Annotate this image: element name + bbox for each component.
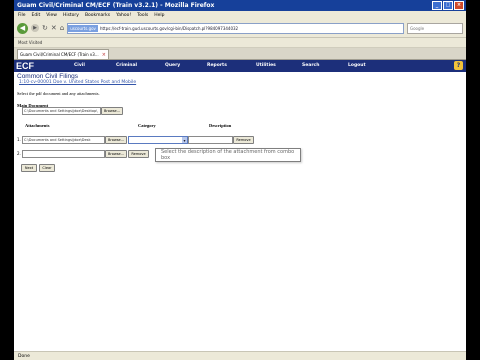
category-tooltip: Select the description of the attachment…	[155, 148, 301, 162]
chevron-down-icon[interactable]: ▾	[182, 137, 187, 143]
category-label: Category	[138, 123, 156, 128]
forward-arrow-icon[interactable]: ▶	[31, 24, 39, 32]
minimize-button[interactable]: _	[432, 1, 442, 10]
ecf-logo: ECF	[16, 61, 34, 71]
clear-button[interactable]: Clear	[39, 164, 55, 172]
menu-bookmarks[interactable]: Bookmarks	[85, 13, 110, 18]
menu-edit[interactable]: Edit	[32, 13, 41, 18]
menu-tools[interactable]: Tools	[137, 13, 148, 18]
menu-history[interactable]: History	[63, 13, 79, 18]
attachment-browse-button[interactable]: Browse...	[105, 136, 127, 144]
attachment-file-field[interactable]	[22, 150, 105, 158]
cmecf-menu-bar: ECF Civil Criminal Query Reports Utiliti…	[14, 60, 466, 72]
attachment-row-number: 2.	[17, 151, 21, 156]
nav-utilities[interactable]: Utilities	[256, 63, 276, 68]
nav-search[interactable]: Search	[302, 63, 319, 68]
navigation-toolbar: ◀ ▶ ↻ ✕ ⌂ uscourts.gov https://ecf-train…	[14, 19, 466, 38]
main-browse-button[interactable]: Browse...	[101, 107, 123, 115]
window-controls: _ □ ×	[432, 1, 464, 10]
nav-logout[interactable]: Logout	[348, 63, 366, 68]
site-identity-badge[interactable]: uscourts.gov	[68, 24, 98, 32]
menu-yahoo[interactable]: Yahoo!	[116, 13, 131, 18]
attachments-label: Attachments	[25, 123, 50, 128]
attachment-file-field[interactable]: C:\Documents and Settings\jdoe\Desk	[22, 136, 105, 144]
main-document-field[interactable]: C:\Documents and Settings\jdoe\Desktop\	[22, 107, 101, 115]
nav-civil[interactable]: Civil	[74, 63, 85, 68]
case-link[interactable]: 1:10-cv-00001 Doe v. United States Post …	[14, 80, 466, 85]
attachment-browse-button[interactable]: Browse...	[105, 150, 127, 158]
menu-bar: File Edit View History Bookmarks Yahoo! …	[14, 11, 466, 19]
tab-close-icon[interactable]: ×	[102, 52, 106, 58]
window-title: Guam Civil/Criminal CM/ECF (Train v3.2.1…	[17, 2, 215, 9]
search-placeholder: Google	[410, 25, 425, 31]
tab-bar: Guam Civil/Criminal CM/ECF (Train v3... …	[14, 48, 466, 60]
reload-icon[interactable]: ↻	[42, 24, 48, 32]
home-icon[interactable]: ⌂	[60, 24, 64, 32]
bookmark-most-visited[interactable]: Most Visited	[18, 40, 42, 45]
help-icon[interactable]: ?	[454, 61, 463, 70]
menu-view[interactable]: View	[46, 13, 57, 18]
search-input[interactable]: Google	[407, 22, 463, 34]
attachment-remove-button[interactable]: Remove	[128, 150, 149, 158]
menu-file[interactable]: File	[18, 13, 26, 18]
tab-active[interactable]: Guam Civil/Criminal CM/ECF (Train v3... …	[17, 49, 109, 59]
next-button[interactable]: Next	[21, 164, 37, 172]
nav-reports[interactable]: Reports	[207, 63, 227, 68]
description-label: Description	[209, 123, 232, 128]
back-arrow-icon[interactable]: ◀	[17, 22, 28, 34]
attachment-description-field[interactable]	[188, 136, 233, 144]
status-bar: Done	[14, 351, 466, 360]
maximize-button[interactable]: □	[443, 1, 453, 10]
menu-help[interactable]: Help	[154, 13, 164, 18]
title-bar: Guam Civil/Criminal CM/ECF (Train v3.2.1…	[14, 0, 466, 11]
attachment-remove-button[interactable]: Remove	[233, 136, 254, 144]
instruction-text: Select the pdf document and any attachme…	[17, 91, 100, 96]
nav-criminal[interactable]: Criminal	[116, 63, 137, 68]
tab-label: Guam Civil/Criminal CM/ECF (Train v3...	[20, 52, 99, 57]
address-bar[interactable]: uscourts.gov https://ecf-train.gud.uscou…	[67, 22, 404, 34]
attachment-row-number: 1.	[17, 137, 21, 142]
stop-icon[interactable]: ✕	[51, 24, 57, 32]
url-text: https://ecf-train.gud.uscourts.gov/cgi-b…	[99, 25, 239, 31]
browser-window: Guam Civil/Criminal CM/ECF (Train v3.2.1…	[14, 0, 466, 360]
category-select[interactable]: ▾	[128, 136, 188, 144]
close-button[interactable]: ×	[454, 1, 464, 10]
status-text: Done	[18, 353, 30, 359]
nav-query[interactable]: Query	[165, 63, 180, 68]
bookmarks-toolbar: Most Visited	[14, 38, 466, 48]
page-title: Common Civil Filings	[17, 73, 79, 80]
